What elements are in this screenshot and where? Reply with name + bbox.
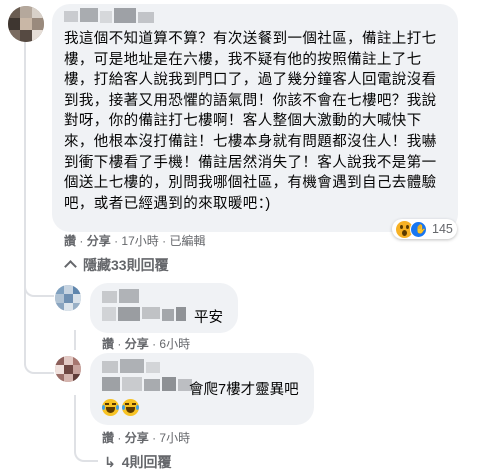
thread-line bbox=[24, 40, 26, 255]
reply-actions: 讚 · 分享 · 6小時 bbox=[102, 337, 191, 351]
chevron-up-icon bbox=[64, 260, 77, 273]
like-reaction-icon: ✋ bbox=[410, 220, 427, 238]
hidden-replies-toggle[interactable]: 隱藏33則回覆 bbox=[64, 255, 169, 275]
like-link[interactable]: 讚 bbox=[102, 337, 114, 351]
laugh-emoji-icon bbox=[102, 399, 139, 416]
comment-body: 我這個不知道算不算？有次送餐到一個社區，備註上打七樓，可是地址是在六樓，我不疑有… bbox=[64, 31, 437, 212]
reply-text: 會爬7樓才靈異吧 bbox=[189, 382, 299, 398]
like-link[interactable]: 讚 bbox=[102, 431, 114, 445]
reply-arrow-icon: ↳ bbox=[104, 454, 116, 470]
reply-actions: 讚 · 分享 · 7小時 bbox=[102, 431, 191, 445]
comment-bubble: 我這個不知道算不算？有次送餐到一個社區，備註上打七樓，可是地址是在六樓，我不疑有… bbox=[52, 4, 458, 232]
edited-label: 已編輯 bbox=[169, 234, 206, 248]
nested-thread-line bbox=[74, 330, 76, 350]
share-link[interactable]: 分享 bbox=[87, 234, 111, 248]
reply-time[interactable]: 7小時 bbox=[159, 431, 190, 445]
reply-text: 平安 bbox=[194, 310, 223, 326]
like-link[interactable]: 讚 bbox=[64, 234, 76, 248]
commenter-name-redacted[interactable] bbox=[64, 8, 159, 24]
share-link[interactable]: 分享 bbox=[125, 337, 149, 351]
reply-bubble: 會爬7樓才靈異吧 bbox=[90, 353, 314, 425]
reply-avatar[interactable] bbox=[55, 356, 81, 382]
thread-branch-2 bbox=[24, 350, 54, 374]
reply-bubble: 平安 bbox=[90, 283, 238, 333]
comment-time[interactable]: 17小時 bbox=[121, 234, 158, 248]
avatar[interactable] bbox=[8, 6, 44, 42]
nested-branch bbox=[74, 430, 98, 462]
reaction-summary[interactable]: ✋ 145 bbox=[392, 219, 457, 239]
reply-time[interactable]: 6小時 bbox=[159, 337, 190, 351]
view-more-replies[interactable]: ↳ 4則回覆 bbox=[104, 452, 172, 472]
comment-actions: 讚 · 分享 · 17小時 · 已編輯 bbox=[64, 234, 206, 248]
reaction-count: 145 bbox=[432, 222, 453, 236]
reply-avatar[interactable] bbox=[55, 285, 81, 311]
thread-branch-1 bbox=[24, 255, 54, 297]
share-link[interactable]: 分享 bbox=[125, 431, 149, 445]
